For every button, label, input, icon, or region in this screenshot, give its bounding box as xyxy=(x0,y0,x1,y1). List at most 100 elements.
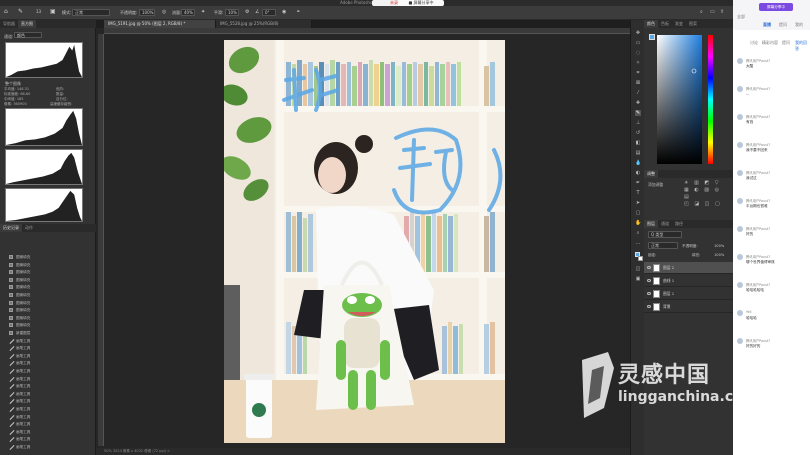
history-item[interactable]: 画笔工具 xyxy=(4,345,92,352)
history-item[interactable]: 图案填充 xyxy=(4,277,92,284)
tab-history[interactable]: 历史记录 xyxy=(0,224,22,232)
chat-tab-all[interactable]: 全部 xyxy=(737,14,745,20)
document-image[interactable] xyxy=(224,40,505,443)
angle-input[interactable]: 0° xyxy=(262,9,276,16)
history-item[interactable]: 画笔工具 xyxy=(4,421,92,428)
stamp-tool-icon[interactable]: ⊥ xyxy=(635,120,641,126)
shape-tool-icon[interactable]: ▢ xyxy=(635,210,641,216)
visibility-eye-icon[interactable] xyxy=(647,266,651,269)
history-item[interactable]: 画笔工具 xyxy=(4,414,92,421)
workspace-icon[interactable]: ▭ xyxy=(710,9,715,15)
background-color-swatch[interactable] xyxy=(638,256,643,261)
tab-channels[interactable]: 通道 xyxy=(658,220,672,228)
home-icon[interactable]: ⌂ xyxy=(4,8,8,15)
avatar[interactable] xyxy=(737,254,743,260)
fill-value[interactable]: 100% xyxy=(714,253,724,257)
mode-select[interactable]: 正常 xyxy=(72,9,110,16)
pressure-opacity-icon[interactable]: ◎ xyxy=(162,9,166,15)
more-tools-icon[interactable]: … xyxy=(635,240,641,246)
eraser-icon[interactable]: ◧ xyxy=(635,140,641,146)
marquee-tool-icon[interactable]: ▭ xyxy=(635,40,641,46)
tab-paths[interactable]: 路径 xyxy=(672,220,686,228)
move-tool-icon[interactable]: ✥ xyxy=(635,30,641,36)
hand-tool-icon[interactable]: ✋ xyxy=(635,220,641,226)
avatar[interactable] xyxy=(737,86,743,92)
pen-tool-icon[interactable]: ✒ xyxy=(635,180,641,186)
history-item[interactable]: 画笔工具 xyxy=(4,398,92,405)
chat-tab-live[interactable]: 直播 xyxy=(763,22,771,28)
brush-size-picker[interactable]: 13 xyxy=(36,9,41,14)
tab-histogram[interactable]: 直方图 xyxy=(18,20,36,28)
chat-tab-question[interactable]: 提问 xyxy=(779,22,787,28)
healing-brush-icon[interactable]: ✚ xyxy=(635,100,641,106)
symmetry-icon[interactable]: ⚭ xyxy=(296,9,300,15)
layer-opacity-value[interactable]: 100% xyxy=(714,244,724,248)
current-color-swatch[interactable] xyxy=(649,34,655,40)
screen-mode-icon[interactable]: ▣ xyxy=(635,276,641,282)
history-item[interactable]: 图案填充 xyxy=(4,254,92,261)
opacity-input[interactable]: 100% xyxy=(139,9,155,16)
blur-tool-icon[interactable]: 💧 xyxy=(635,160,641,166)
doc-tab-active[interactable]: IMG_5191.jpg @ 50% (图层 2, RGB/8) * xyxy=(104,20,216,28)
avatar[interactable] xyxy=(737,142,743,148)
channel-select[interactable]: 颜色 xyxy=(14,32,42,38)
layer-row[interactable]: 图层 2 xyxy=(644,262,733,274)
frame-tool-icon[interactable]: ⊠ xyxy=(635,80,641,86)
chat-subtab-highlights[interactable]: 精彩内容 xyxy=(762,40,778,46)
smoothing-input[interactable]: 10% xyxy=(225,9,239,16)
visibility-eye-icon[interactable] xyxy=(647,305,651,308)
layer-row[interactable]: 图层 1 xyxy=(644,288,733,300)
history-item[interactable]: 图案填充 xyxy=(4,292,92,299)
tab-gradients[interactable]: 渐变 xyxy=(672,20,686,28)
blend-mode-select[interactable]: 正常 xyxy=(648,242,678,249)
history-item[interactable]: 画笔工具 xyxy=(4,391,92,398)
quick-mask-icon[interactable]: ◫ xyxy=(635,266,641,272)
history-item[interactable]: 图案填充 xyxy=(4,307,92,314)
avatar[interactable] xyxy=(737,198,743,204)
chat-tab-mine[interactable]: 我的 xyxy=(795,22,803,28)
avatar[interactable] xyxy=(737,170,743,176)
type-tool-icon[interactable]: T xyxy=(635,190,641,196)
tab-patterns[interactable]: 图案 xyxy=(686,20,700,28)
history-brush-icon[interactable]: ↺ xyxy=(635,130,641,136)
path-select-icon[interactable]: ➤ xyxy=(635,200,641,206)
search-icon[interactable]: ⌕ xyxy=(700,9,703,15)
history-item[interactable]: 图案填充 xyxy=(4,262,92,269)
adjustment-icons-grid[interactable]: ☀ ▥ ◩ ▽ ▦ ◐ ▨ ◎ ▤ ◰ ◪ ◫ ▢ xyxy=(684,180,728,210)
hue-slider[interactable] xyxy=(708,35,713,164)
history-item[interactable]: 图案填充 xyxy=(4,269,92,276)
tab-actions[interactable]: 动作 xyxy=(22,224,36,232)
history-item[interactable]: 画笔工具 xyxy=(4,406,92,413)
history-item[interactable]: 图案填充 xyxy=(4,284,92,291)
avatar[interactable] xyxy=(737,310,743,316)
eyedropper-icon[interactable]: ⁄ xyxy=(635,90,641,96)
quick-select-icon[interactable]: ✧ xyxy=(635,60,641,66)
history-item[interactable]: 画笔工具 xyxy=(4,376,92,383)
layer-row[interactable]: 曲线 1 xyxy=(644,275,733,287)
pressure-size-icon[interactable]: ◉ xyxy=(282,9,286,15)
lasso-tool-icon[interactable]: ◌ xyxy=(635,50,641,56)
history-item[interactable]: 画笔工具 xyxy=(4,360,92,367)
zoom-tool-icon[interactable]: ⌕ xyxy=(635,230,641,236)
history-item[interactable]: 画笔工具 xyxy=(4,436,92,443)
layer-kind-filter[interactable]: Q 类型 xyxy=(648,231,682,238)
history-item[interactable]: 画笔工具 xyxy=(4,444,92,451)
brush-tool-icon[interactable]: ✎ xyxy=(635,110,641,116)
layer-row[interactable]: 背景 xyxy=(644,301,733,313)
brush-settings-icon[interactable]: ▣ xyxy=(50,8,56,15)
visibility-eye-icon[interactable] xyxy=(647,279,651,282)
tab-adjustments[interactable]: 调整 xyxy=(644,170,658,178)
history-item[interactable]: 图案填充 xyxy=(4,315,92,322)
tab-navigator[interactable]: 导航器 xyxy=(0,20,18,28)
history-item[interactable]: 画笔工具 xyxy=(4,353,92,360)
history-item[interactable]: 新建图层 xyxy=(4,330,92,337)
tab-color[interactable]: 颜色 xyxy=(644,20,658,28)
avatar[interactable] xyxy=(737,114,743,120)
crop-tool-icon[interactable]: ⌗ xyxy=(635,70,641,76)
history-item[interactable]: 画笔工具 xyxy=(4,368,92,375)
dodge-tool-icon[interactable]: ◐ xyxy=(635,170,641,176)
gradient-tool-icon[interactable]: ▤ xyxy=(635,150,641,156)
tab-swatches[interactable]: 色板 xyxy=(658,20,672,28)
chat-subtab-answers[interactable]: 我的回答 xyxy=(795,40,810,52)
airbrush-icon[interactable]: ✦ xyxy=(201,9,205,15)
